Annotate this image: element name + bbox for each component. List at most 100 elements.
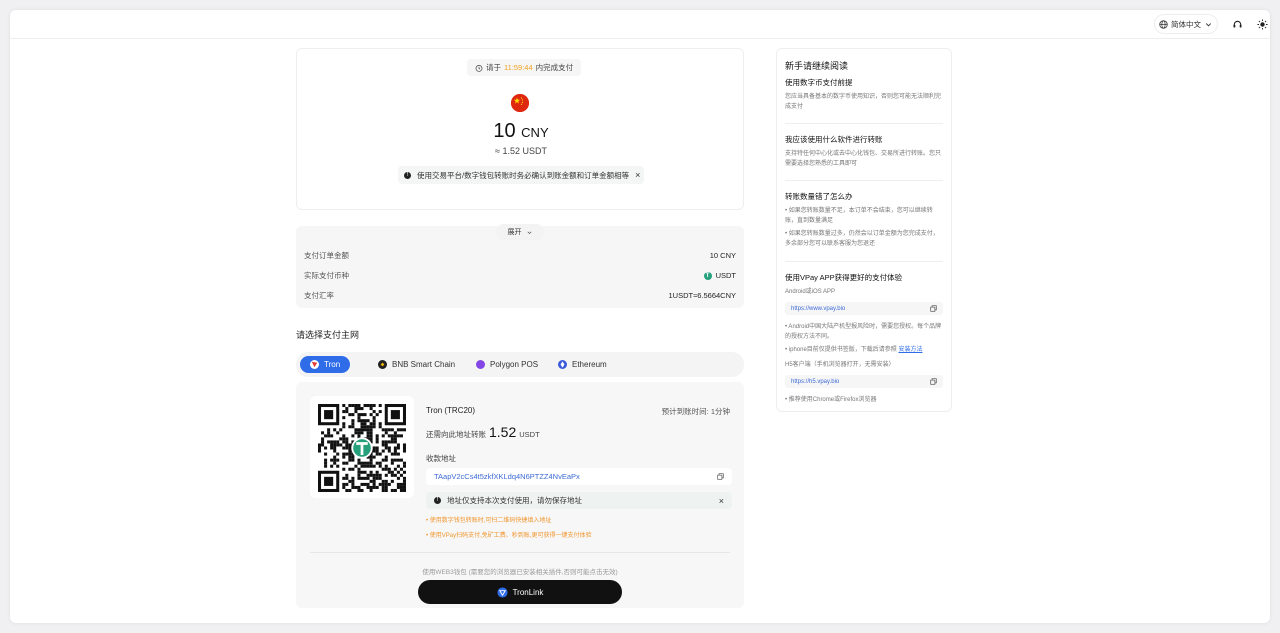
tab-ethereum[interactable]: Ethereum [548, 356, 617, 373]
timer-suffix: 内完成支付 [535, 63, 574, 72]
tab-label: Polygon POS [490, 360, 539, 369]
timer-value: 11:59:44 [504, 63, 533, 72]
app-note-text: • iphone目前仅提供书签版，下载后请参照 [785, 347, 897, 353]
tronlink-button[interactable]: TronLink [418, 580, 622, 604]
top-bar: 简体中文 [10, 10, 1270, 39]
order-amount: 10 CNY [297, 120, 745, 143]
app-frame: 简体中文 请于 11:59:44 内完成支付 10 CNY ≈ 1.52 USD… [10, 10, 1270, 623]
amount-warning: ! 使用交易平台/数字钱包转账时务必确认到账金额和订单金额相等 × [398, 166, 644, 184]
h5-link[interactable]: https://h5.vpay.bio [791, 379, 839, 385]
tab-label: Tron [324, 360, 341, 369]
divider [785, 180, 943, 181]
help-title: 新手请继续阅读 [785, 61, 849, 71]
send-amount: 还需向此地址转账 1.52 USDT [426, 424, 540, 440]
app-section-title: 使用VPay APP获得更好的支付体验 [785, 273, 903, 282]
network-name: Tron (TRC20) [426, 406, 476, 415]
app-link[interactable]: https://www.vpay.bio [791, 306, 845, 312]
h5-note: • 推荐使用Chrome或Firefox浏览器 [785, 397, 877, 403]
help-bullet: • 如果您转账数量过多，仍然会以订单金额为您完成支付，多余部分您可以联系客服为您… [785, 231, 939, 247]
chevron-down-icon [527, 231, 531, 234]
detail-row: 实际支付币种 T USDT [304, 270, 736, 281]
copy-icon[interactable] [930, 378, 937, 385]
app-link-field[interactable]: https://www.vpay.bio [785, 302, 943, 315]
help-section-title: 使用数字币支付前提 [785, 78, 853, 87]
detail-label: 实际支付币种 [304, 271, 349, 280]
help-bullet: • 如果您转账数量不足，本订单不会结束，您可以继续转账，直到数量满足 [785, 208, 933, 224]
tab-tron[interactable]: Tron [300, 356, 351, 373]
language-selector[interactable]: 简体中文 [1154, 14, 1218, 34]
globe-icon [1159, 19, 1168, 29]
tronlink-icon [497, 586, 508, 598]
close-icon[interactable]: × [719, 496, 724, 506]
detail-value-text: USDT [715, 271, 736, 280]
amount-currency: CNY [521, 125, 549, 140]
address-value[interactable]: TAapV2cCs4t5zkfXKLdq4N6PTZZ4NvEaPx [434, 472, 580, 481]
timer-prefix: 请于 [486, 63, 501, 72]
eta-value: 1分钟 [710, 407, 730, 416]
payment-panel: Tron (TRC20) 预计到账时间: 1分钟 还需向此地址转账 1.52 U… [296, 382, 744, 608]
close-icon[interactable]: × [635, 170, 640, 180]
help-section-title: 转账数量错了怎么办 [785, 192, 853, 201]
tronlink-label: TronLink [512, 587, 544, 597]
divider [310, 552, 730, 553]
approx-amount: ≈ 1.52 USDT [495, 146, 547, 156]
app-note: • iphone目前仅提供书签版，下载后请参照 安装方法 [785, 345, 943, 355]
copy-icon[interactable] [930, 305, 937, 312]
web3-note: 使用WEB3钱包 (需要您的浏览器已安装相关插件,否则可能点击无效) [422, 569, 618, 576]
install-link[interactable]: 安装方法 [898, 347, 922, 353]
help-section-title: 我应该使用什么软件进行转账 [785, 135, 883, 144]
detail-label: 支付订单金额 [304, 251, 349, 260]
network-section-title: 请选择支付主网 [296, 330, 360, 340]
bnb-icon [378, 360, 387, 369]
divider [785, 261, 943, 262]
address-warning-text: 地址仅支持本次支付使用，请勿保存地址 [447, 496, 582, 505]
h5-link-field[interactable]: https://h5.vpay.bio [785, 375, 943, 388]
tab-label: Ethereum [572, 360, 607, 369]
h5-title: H5客户端（手机浏览器打开，无需安装） [785, 362, 895, 368]
app-subtitle: Android或iOS APP [785, 289, 836, 295]
detail-row: 支付订单金额 10 CNY [304, 250, 736, 261]
headset-icon[interactable] [1230, 17, 1244, 31]
detail-value: 10 CNY [709, 251, 736, 260]
tab-polygon-pos[interactable]: Polygon POS [466, 356, 548, 373]
china-flag-icon [511, 94, 529, 112]
tron-icon [310, 360, 319, 369]
divider [785, 123, 943, 124]
polygon-icon [476, 360, 485, 369]
app-note: • Android中国大陆产机型报风险时，需要您授权。每个品牌的授权方法不同。 [785, 324, 942, 340]
expand-label: 展开 [507, 229, 522, 236]
address-label: 收款地址 [426, 454, 456, 463]
qr-code [310, 396, 414, 498]
amount-value: 10 [493, 120, 516, 142]
help-section-body: 支持特任何中心化或去中心化钱包、交易所进行转账。您只需要选择您熟悉的工具即可 [785, 151, 942, 167]
address-warning: ! 地址仅支持本次支付使用，请勿保存地址 × [426, 492, 732, 509]
send-unit: USDT [519, 430, 540, 439]
tab-bnb-smart-chain[interactable]: BNB Smart Chain [368, 356, 465, 373]
copy-icon[interactable] [717, 473, 724, 480]
detail-label: 支付汇率 [304, 291, 334, 300]
send-amount-value: 1.52 [489, 424, 517, 440]
eta: 预计到账时间: 1分钟 [662, 406, 730, 417]
eta-label: 预计到账时间: [661, 407, 709, 416]
payment-timer: 请于 11:59:44 内完成支付 [467, 59, 582, 76]
qr-code-image [318, 404, 406, 492]
send-prefix: 还需向此地址转账 [426, 430, 486, 439]
help-panel: 新手请继续阅读 使用数字币支付前提 您应当具备基本的数字币使用知识，否则您可能无… [776, 48, 952, 412]
address-field[interactable]: TAapV2cCs4t5zkfXKLdq4N6PTZZ4NvEaPx [426, 468, 732, 485]
network-tabs: Tron BNB Smart Chain Polygon POS Ethereu… [296, 352, 744, 377]
order-details: 展开 支付订单金额 10 CNY 实际支付币种 T USDT 支付汇率 1USDT… [296, 224, 744, 308]
expand-button[interactable]: 展开 [496, 224, 544, 240]
language-label: 简体中文 [1171, 19, 1201, 29]
help-section-body: 您应当具备基本的数字币使用知识，否则您可能无法顺利完成支付 [785, 94, 942, 110]
sun-icon[interactable] [1255, 17, 1269, 31]
detail-value: 1USDT≈6.5664CNY [668, 291, 736, 300]
clock-icon [475, 64, 483, 72]
tip-line: • 使用VPay扫码支付,免矿工费、秒到账,更可获得一键支付体验 [426, 533, 592, 539]
usdt-icon: T [703, 271, 712, 280]
ethereum-icon [558, 360, 567, 369]
chevron-down-icon [1205, 22, 1212, 26]
detail-row: 支付汇率 1USDT≈6.5664CNY [304, 290, 736, 301]
order-summary-card: 请于 11:59:44 内完成支付 10 CNY ≈ 1.52 USDT ! 使… [296, 48, 744, 210]
warning-text: 使用交易平台/数字钱包转账时务必确认到账金额和订单金额相等 [417, 170, 630, 180]
tab-label: BNB Smart Chain [392, 360, 456, 369]
